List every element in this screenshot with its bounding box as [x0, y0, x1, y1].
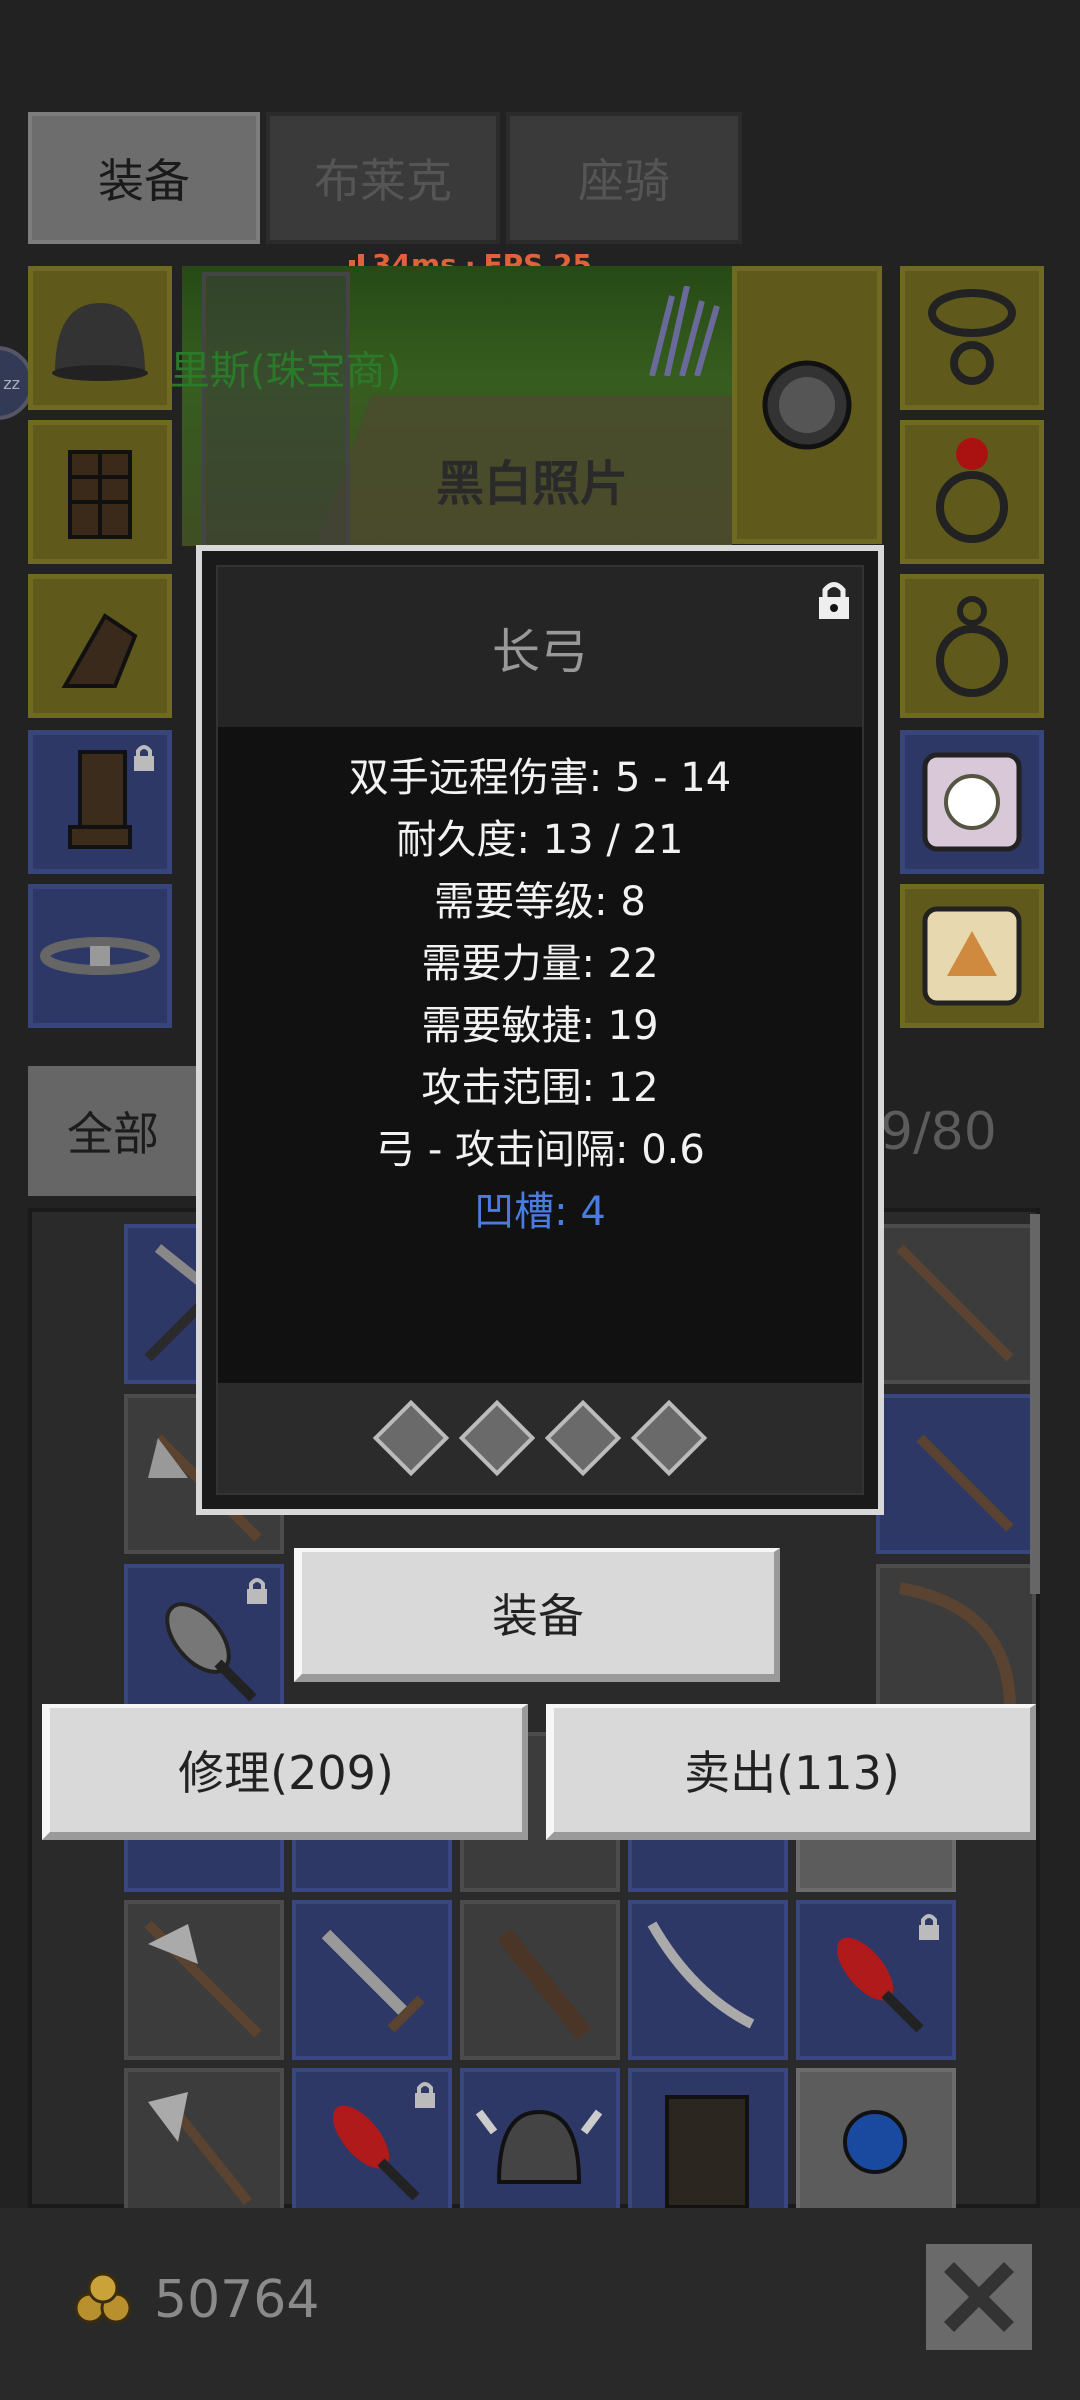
staff-icon — [896, 1244, 1014, 1362]
lock-icon — [919, 1914, 939, 1940]
belt-icon — [40, 937, 160, 975]
stat-sockets: 凹槽: 4 — [474, 1189, 606, 1235]
inventory-slot[interactable] — [292, 1900, 452, 2060]
stat-dexterity-req: 需要敏捷: 19 — [421, 1003, 659, 1049]
lock-icon[interactable] — [816, 579, 852, 621]
stat-damage: 双手远程伤害: 5 - 14 — [348, 755, 732, 801]
slot-helmet[interactable] — [28, 266, 172, 410]
halberd-icon — [144, 1920, 262, 2038]
stat-durability: 耐久度: 13 / 21 — [396, 817, 684, 863]
horned-helmet-icon — [475, 2109, 603, 2184]
spear-icon — [916, 1434, 1014, 1532]
socket-icon — [630, 1399, 708, 1477]
slot-armor[interactable] — [28, 420, 172, 564]
popup-panel: 长弓 双手远程伤害: 5 - 14 耐久度: 13 / 21 需要等级: 8 需… — [216, 565, 864, 1495]
amulet-icon — [928, 289, 1016, 385]
bow-icon — [898, 1582, 1016, 1709]
club-icon — [496, 1928, 592, 2040]
ring-icon — [936, 596, 1008, 697]
item-stats: 双手远程伤害: 5 - 14 耐久度: 13 / 21 需要等级: 8 需要力量… — [218, 747, 862, 1243]
item-title: 长弓 — [491, 624, 588, 680]
socket-icon — [458, 1399, 536, 1477]
socket-icon — [544, 1399, 622, 1477]
chest-armor-icon — [68, 450, 132, 539]
sapphire-icon — [843, 2110, 907, 2174]
character-sprite — [202, 272, 350, 546]
tab-blake[interactable]: 布莱克 — [266, 112, 500, 244]
grass-icon — [649, 286, 720, 376]
inventory-slot[interactable] — [876, 1224, 1036, 1384]
inventory-slot[interactable] — [460, 1900, 620, 2060]
tab-equipment[interactable]: 装备 — [28, 112, 260, 244]
inventory-slot[interactable] — [796, 2068, 956, 2228]
fox-card-icon — [922, 906, 1022, 1006]
repair-button[interactable]: 修理(209) — [42, 1704, 528, 1840]
slot-belt[interactable] — [28, 884, 172, 1028]
close-button[interactable] — [926, 2244, 1032, 2350]
gold-coins-icon — [74, 2272, 132, 2324]
photo-label: 黑白照片 — [436, 456, 629, 512]
slot-pet-1[interactable] — [900, 730, 1044, 874]
inventory-slot[interactable] — [796, 1900, 956, 2060]
inventory-slot[interactable] — [292, 2068, 452, 2228]
popup-header: 长弓 — [218, 567, 862, 727]
inventory-slot[interactable] — [124, 1900, 284, 2060]
slot-ring-1[interactable] — [900, 420, 1044, 564]
slot-gloves[interactable] — [28, 574, 172, 718]
slot-offhand[interactable] — [732, 266, 882, 544]
inventory-slot[interactable] — [628, 2068, 788, 2228]
inventory-slot[interactable] — [460, 2068, 620, 2228]
inventory-slot[interactable] — [124, 2068, 284, 2228]
ruby-ring-icon — [936, 438, 1008, 543]
lock-icon — [134, 745, 154, 771]
slot-ring-2[interactable] — [900, 574, 1044, 718]
stat-level-req: 需要等级: 8 — [434, 879, 646, 925]
close-icon — [944, 2262, 1014, 2332]
equip-button[interactable]: 装备 — [294, 1548, 780, 1682]
gloves-icon — [61, 613, 138, 688]
stat-strength-req: 需要力量: 22 — [421, 941, 659, 987]
filter-all-button[interactable]: 全部 — [28, 1066, 198, 1196]
helmet-icon — [52, 303, 148, 381]
gold-amount: 50764 — [154, 2270, 320, 2330]
scimitar-icon — [647, 1921, 755, 2029]
stat-range: 攻击范围: 12 — [421, 1065, 659, 1111]
unicorn-card-icon — [922, 752, 1022, 852]
inventory-count: 9/80 — [880, 1102, 997, 1162]
battle-axe-icon — [148, 2092, 252, 2206]
npc-name: 里斯(珠宝商) — [170, 348, 402, 394]
inventory-scrollbar[interactable] — [1030, 1214, 1040, 1594]
leather-armor-icon — [665, 2095, 749, 2209]
tab-mount[interactable]: 座骑 — [506, 112, 742, 244]
sword-icon — [321, 1929, 425, 2033]
inventory-slot[interactable] — [876, 1564, 1036, 1724]
lock-icon — [415, 2082, 435, 2108]
slot-pet-2[interactable] — [900, 884, 1044, 1028]
socket-icon — [372, 1399, 450, 1477]
slot-boots[interactable] — [28, 730, 172, 874]
socket-row — [218, 1383, 862, 1493]
stat-attack-interval: 弓 - 攻击间隔: 0.6 — [375, 1127, 705, 1173]
inventory-slot[interactable] — [628, 1900, 788, 2060]
shield-icon — [762, 360, 852, 450]
slot-amulet[interactable] — [900, 266, 1044, 410]
inventory-slot[interactable] — [124, 1564, 284, 1724]
sleep-badge-text: zz — [3, 373, 20, 393]
inventory-slot[interactable] — [876, 1394, 1036, 1554]
item-tooltip-popup: 长弓 双手远程伤害: 5 - 14 耐久度: 13 / 21 需要等级: 8 需… — [196, 545, 884, 1515]
sell-button[interactable]: 卖出(113) — [546, 1704, 1036, 1840]
lock-icon — [247, 1578, 267, 1604]
